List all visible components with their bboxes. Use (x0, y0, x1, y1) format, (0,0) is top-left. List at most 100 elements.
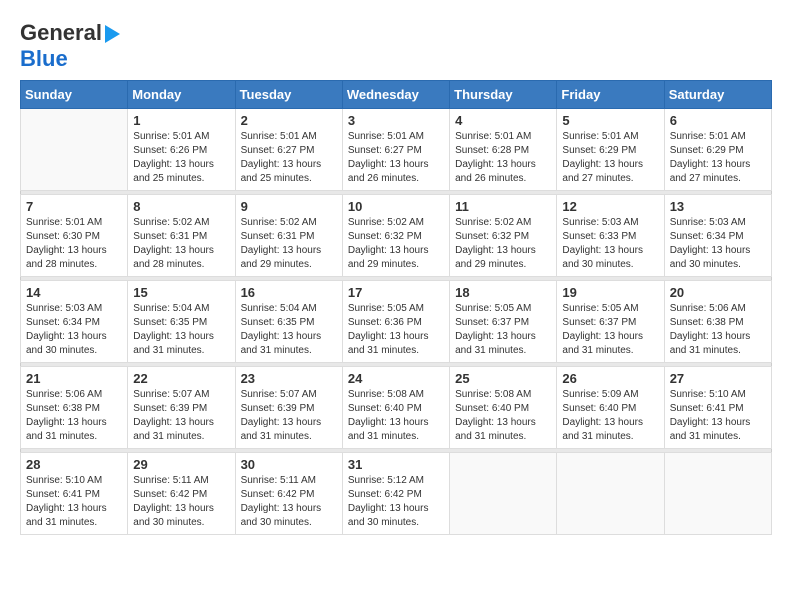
day-info: Sunrise: 5:04 AMSunset: 6:35 PMDaylight:… (133, 302, 229, 358)
page-header: General Blue (20, 20, 772, 72)
calendar-cell: 26 Sunrise: 5:09 AMSunset: 6:40 PMDayligh… (557, 367, 664, 449)
day-info: Sunrise: 5:05 AMSunset: 6:36 PMDaylight:… (348, 302, 444, 358)
calendar-cell (557, 453, 664, 535)
day-info: Sunrise: 5:11 AMSunset: 6:42 PMDaylight:… (241, 474, 337, 530)
calendar-cell: 14 Sunrise: 5:03 AMSunset: 6:34 PMDayligh… (21, 281, 128, 363)
day-number: 2 (241, 113, 337, 128)
calendar-cell: 12Sunrise: 5:03 AMSunset: 6:33 PMDayligh… (557, 195, 664, 277)
day-number: 27 (670, 371, 766, 386)
day-number: 31 (348, 457, 444, 472)
calendar-cell (664, 453, 771, 535)
calendar-cell: 24Sunrise: 5:08 AMSunset: 6:40 PMDayligh… (342, 367, 449, 449)
calendar-cell: 29 Sunrise: 5:11 AMSunset: 6:42 PMDayligh… (128, 453, 235, 535)
calendar-week-1: 7 Sunrise: 5:01 AMSunset: 6:30 PMDaylight… (21, 195, 772, 277)
calendar-cell: 13 Sunrise: 5:03 AMSunset: 6:34 PMDayligh… (664, 195, 771, 277)
calendar-week-0: 1 Sunrise: 5:01 AMSunset: 6:26 PMDaylight… (21, 109, 772, 191)
day-info: Sunrise: 5:06 AMSunset: 6:38 PMDaylight:… (670, 302, 766, 358)
calendar-cell: 2 Sunrise: 5:01 AMSunset: 6:27 PMDaylight… (235, 109, 342, 191)
calendar-cell: 8Sunrise: 5:02 AMSunset: 6:31 PMDaylight… (128, 195, 235, 277)
day-number: 23 (241, 371, 337, 386)
calendar-week-3: 21 Sunrise: 5:06 AMSunset: 6:38 PMDayligh… (21, 367, 772, 449)
day-number: 11 (455, 199, 551, 214)
day-info: Sunrise: 5:09 AMSunset: 6:40 PMDaylight:… (562, 388, 658, 444)
calendar-cell: 4Sunrise: 5:01 AMSunset: 6:28 PMDaylight… (450, 109, 557, 191)
day-info: Sunrise: 5:07 AMSunset: 6:39 PMDaylight:… (241, 388, 337, 444)
day-number: 6 (670, 113, 766, 128)
day-number: 22 (133, 371, 229, 386)
day-info: Sunrise: 5:03 AMSunset: 6:34 PMDaylight:… (670, 216, 766, 272)
logo-blue: Blue (20, 46, 68, 71)
logo-arrow-icon (105, 25, 120, 43)
day-info: Sunrise: 5:02 AMSunset: 6:32 PMDaylight:… (455, 216, 551, 272)
col-header-wednesday: Wednesday (342, 81, 449, 109)
calendar-cell: 5 Sunrise: 5:01 AMSunset: 6:29 PMDaylight… (557, 109, 664, 191)
calendar-cell: 22 Sunrise: 5:07 AMSunset: 6:39 PMDayligh… (128, 367, 235, 449)
day-number: 5 (562, 113, 658, 128)
day-info: Sunrise: 5:01 AMSunset: 6:26 PMDaylight:… (133, 130, 229, 186)
day-number: 9 (241, 199, 337, 214)
calendar-cell: 10 Sunrise: 5:02 AMSunset: 6:32 PMDayligh… (342, 195, 449, 277)
calendar-table: SundayMondayTuesdayWednesdayThursdayFrid… (20, 80, 772, 535)
day-number: 12 (562, 199, 658, 214)
day-info: Sunrise: 5:01 AMSunset: 6:27 PMDaylight:… (241, 130, 337, 186)
day-number: 7 (26, 199, 122, 214)
day-number: 10 (348, 199, 444, 214)
calendar-cell: 3 Sunrise: 5:01 AMSunset: 6:27 PMDaylight… (342, 109, 449, 191)
day-number: 8 (133, 199, 229, 214)
day-info: Sunrise: 5:08 AMSunset: 6:40 PMDaylight:… (455, 388, 551, 444)
day-info: Sunrise: 5:01 AMSunset: 6:30 PMDaylight:… (26, 216, 122, 272)
calendar-cell: 23 Sunrise: 5:07 AMSunset: 6:39 PMDayligh… (235, 367, 342, 449)
calendar-header-row: SundayMondayTuesdayWednesdayThursdayFrid… (21, 81, 772, 109)
logo-general: General (20, 20, 102, 46)
day-info: Sunrise: 5:12 AMSunset: 6:42 PMDaylight:… (348, 474, 444, 530)
day-info: Sunrise: 5:02 AMSunset: 6:31 PMDaylight:… (241, 216, 337, 272)
calendar-cell: 31 Sunrise: 5:12 AMSunset: 6:42 PMDayligh… (342, 453, 449, 535)
col-header-monday: Monday (128, 81, 235, 109)
day-number: 17 (348, 285, 444, 300)
col-header-friday: Friday (557, 81, 664, 109)
calendar-cell: 9 Sunrise: 5:02 AMSunset: 6:31 PMDaylight… (235, 195, 342, 277)
calendar-cell (21, 109, 128, 191)
calendar-cell: 1 Sunrise: 5:01 AMSunset: 6:26 PMDaylight… (128, 109, 235, 191)
day-number: 29 (133, 457, 229, 472)
calendar-cell: 19Sunrise: 5:05 AMSunset: 6:37 PMDayligh… (557, 281, 664, 363)
day-info: Sunrise: 5:11 AMSunset: 6:42 PMDaylight:… (133, 474, 229, 530)
day-number: 30 (241, 457, 337, 472)
day-number: 3 (348, 113, 444, 128)
calendar-cell: 30 Sunrise: 5:11 AMSunset: 6:42 PMDayligh… (235, 453, 342, 535)
day-number: 14 (26, 285, 122, 300)
day-number: 4 (455, 113, 551, 128)
day-number: 1 (133, 113, 229, 128)
day-number: 28 (26, 457, 122, 472)
day-info: Sunrise: 5:04 AMSunset: 6:35 PMDaylight:… (241, 302, 337, 358)
calendar-cell: 20Sunrise: 5:06 AMSunset: 6:38 PMDayligh… (664, 281, 771, 363)
calendar-cell: 27 Sunrise: 5:10 AMSunset: 6:41 PMDayligh… (664, 367, 771, 449)
day-info: Sunrise: 5:05 AMSunset: 6:37 PMDaylight:… (455, 302, 551, 358)
calendar-cell: 16 Sunrise: 5:04 AMSunset: 6:35 PMDayligh… (235, 281, 342, 363)
col-header-sunday: Sunday (21, 81, 128, 109)
calendar-week-4: 28Sunrise: 5:10 AMSunset: 6:41 PMDayligh… (21, 453, 772, 535)
day-info: Sunrise: 5:01 AMSunset: 6:29 PMDaylight:… (670, 130, 766, 186)
day-info: Sunrise: 5:01 AMSunset: 6:27 PMDaylight:… (348, 130, 444, 186)
col-header-thursday: Thursday (450, 81, 557, 109)
day-info: Sunrise: 5:02 AMSunset: 6:32 PMDaylight:… (348, 216, 444, 272)
calendar-cell: 28Sunrise: 5:10 AMSunset: 6:41 PMDayligh… (21, 453, 128, 535)
logo: General Blue (20, 20, 120, 72)
calendar-cell: 25Sunrise: 5:08 AMSunset: 6:40 PMDayligh… (450, 367, 557, 449)
day-info: Sunrise: 5:03 AMSunset: 6:34 PMDaylight:… (26, 302, 122, 358)
day-number: 21 (26, 371, 122, 386)
day-info: Sunrise: 5:10 AMSunset: 6:41 PMDaylight:… (670, 388, 766, 444)
day-number: 26 (562, 371, 658, 386)
day-info: Sunrise: 5:01 AMSunset: 6:29 PMDaylight:… (562, 130, 658, 186)
day-number: 13 (670, 199, 766, 214)
col-header-tuesday: Tuesday (235, 81, 342, 109)
day-number: 19 (562, 285, 658, 300)
calendar-cell: 18 Sunrise: 5:05 AMSunset: 6:37 PMDayligh… (450, 281, 557, 363)
calendar-cell: 15Sunrise: 5:04 AMSunset: 6:35 PMDayligh… (128, 281, 235, 363)
calendar-week-2: 14 Sunrise: 5:03 AMSunset: 6:34 PMDayligh… (21, 281, 772, 363)
day-number: 16 (241, 285, 337, 300)
day-info: Sunrise: 5:07 AMSunset: 6:39 PMDaylight:… (133, 388, 229, 444)
day-info: Sunrise: 5:06 AMSunset: 6:38 PMDaylight:… (26, 388, 122, 444)
day-number: 18 (455, 285, 551, 300)
calendar-cell: 21 Sunrise: 5:06 AMSunset: 6:38 PMDayligh… (21, 367, 128, 449)
